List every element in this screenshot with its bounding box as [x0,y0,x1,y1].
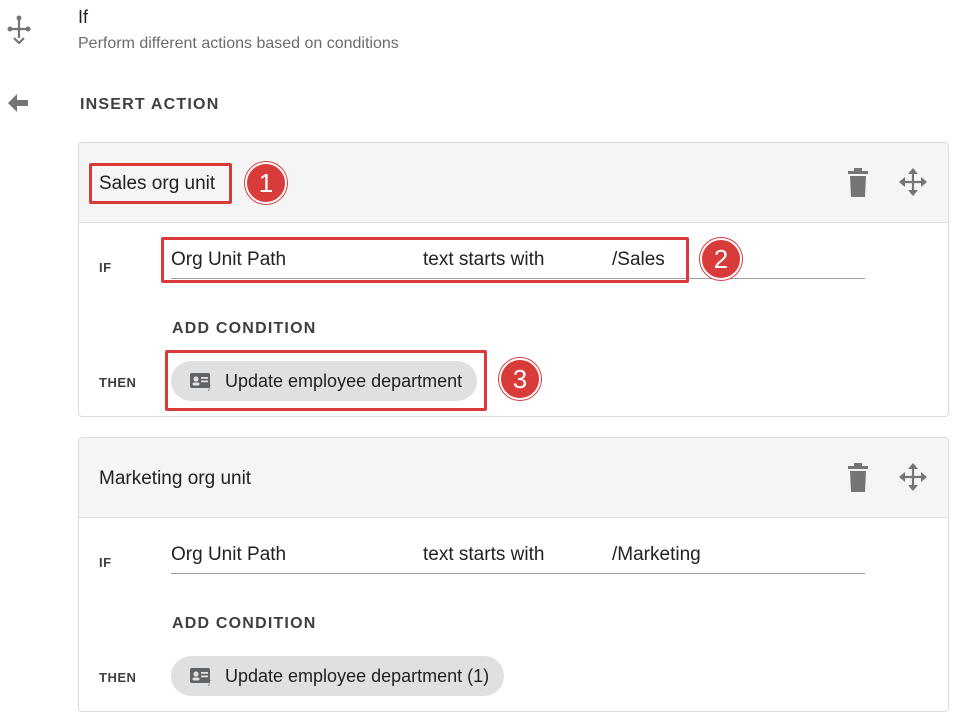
trash-icon[interactable] [846,463,870,493]
action-chip-label: Update employee department (1) [225,665,490,686]
step-title: If [78,7,89,27]
annotation-badge: 3 [499,358,541,400]
contact-card-icon: f [190,373,212,391]
action-chip[interactable]: f Update employee department (1) [171,656,505,696]
arrow-left-icon[interactable] [6,92,30,114]
card-header: Sales org unit [79,143,948,223]
card-header: Marketing org unit [79,438,948,518]
then-label: THEN [99,375,137,390]
if-label: IF [99,260,112,275]
trash-icon[interactable] [846,168,870,198]
add-condition-button[interactable]: ADD CONDITION [172,320,316,338]
add-condition-button[interactable]: ADD CONDITION [172,615,316,633]
contact-card-icon: f [190,668,212,686]
step-subtitle: Perform different actions based on condi… [78,35,399,52]
if-label: IF [99,555,112,570]
svg-text:f: f [208,384,212,391]
drag-move-icon[interactable] [898,462,928,492]
insert-action-button[interactable]: INSERT ACTION [80,96,219,114]
condition-field[interactable]: Org Unit Path [171,544,286,566]
svg-text:f: f [208,679,212,686]
condition-row[interactable]: Org Unit Path text starts with /Marketin… [171,540,865,574]
flow-split-icon [7,15,31,44]
then-label: THEN [99,670,137,685]
drag-move-icon[interactable] [898,167,928,197]
condition-row[interactable]: Org Unit Path text starts with /Sales [171,245,865,279]
annotation-badge: 1 [245,162,287,204]
card-name[interactable]: Marketing org unit [99,468,251,490]
condition-card: Marketing org unit IF Org Unit Path text… [78,437,949,712]
action-chip[interactable]: f Update employee department [171,361,478,401]
condition-operator[interactable]: text starts with [423,249,544,271]
annotation-badge: 2 [700,238,742,280]
condition-field[interactable]: Org Unit Path [171,249,286,271]
condition-operator[interactable]: text starts with [423,544,544,566]
condition-value[interactable]: /Sales [612,249,665,271]
card-name[interactable]: Sales org unit [99,173,215,195]
action-chip-label: Update employee department [225,370,463,391]
condition-value[interactable]: /Marketing [612,544,701,566]
